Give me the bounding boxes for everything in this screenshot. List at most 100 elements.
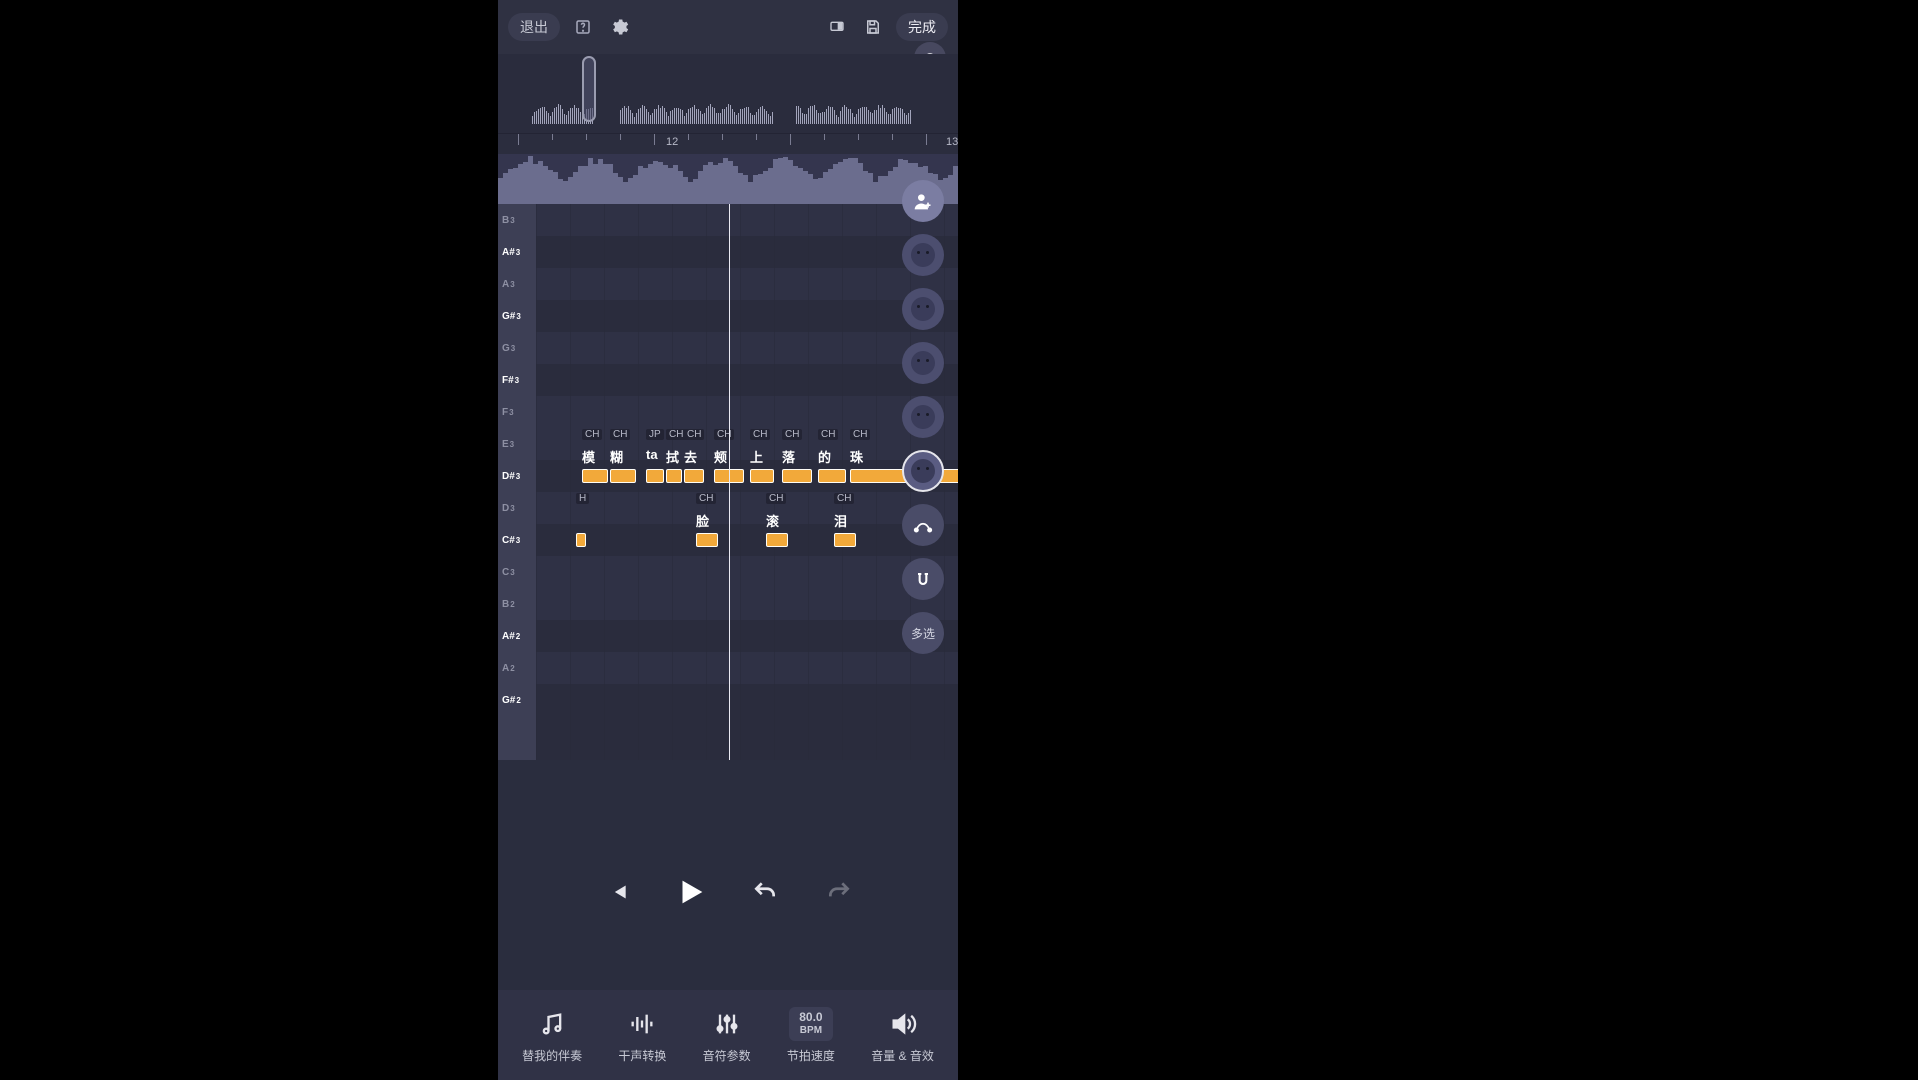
piano-key[interactable]: A3: [498, 268, 536, 300]
piano-key[interactable]: C3: [498, 556, 536, 588]
note-lang-tag: CH: [684, 429, 704, 440]
note-block[interactable]: [818, 469, 846, 483]
multi-select-button[interactable]: 多选: [902, 612, 944, 654]
overview-panel[interactable]: [498, 54, 958, 134]
voice-avatar-3[interactable]: [902, 342, 944, 384]
note-lyric: 颊: [714, 447, 727, 466]
timeline-ruler[interactable]: 12 13: [498, 134, 958, 154]
note-lyric: 滚: [766, 511, 779, 530]
app-frame: 退出 完成 12 13: [498, 0, 958, 1080]
piano-key[interactable]: G3: [498, 332, 536, 364]
piano-key[interactable]: D3: [498, 492, 536, 524]
overview-handle[interactable]: [582, 56, 596, 122]
piano-key[interactable]: A2: [498, 652, 536, 684]
note-block[interactable]: [696, 533, 718, 547]
note-block[interactable]: [646, 469, 664, 483]
note-lane[interactable]: [536, 652, 958, 684]
bpm-unit: BPM: [800, 1025, 822, 1036]
add-singer-button[interactable]: [902, 180, 944, 222]
note-lyric: 上: [750, 447, 763, 466]
note-lang-tag: H: [576, 493, 589, 504]
ruler-mark: 12: [666, 136, 678, 148]
volume-fx-button[interactable]: 音量 & 音效: [871, 1007, 934, 1064]
piano-key[interactable]: G#2: [498, 684, 536, 716]
note-block[interactable]: [766, 533, 788, 547]
top-bar: 退出 完成: [498, 0, 958, 54]
voice-avatar-1[interactable]: [902, 234, 944, 276]
note-lane[interactable]: [536, 524, 958, 556]
note-lang-tag: JP: [646, 429, 664, 440]
tempo-button[interactable]: 80.0 BPM 节拍速度: [787, 1007, 835, 1064]
save-icon[interactable]: [860, 14, 886, 40]
note-lane[interactable]: [536, 300, 958, 332]
play-button[interactable]: [673, 874, 709, 910]
speaker-icon: [886, 1007, 920, 1041]
note-block[interactable]: [582, 469, 608, 483]
note-lane[interactable]: [536, 556, 958, 588]
note-block[interactable]: [750, 469, 774, 483]
voice-avatar-2[interactable]: [902, 288, 944, 330]
volume-fx-label: 音量 & 音效: [871, 1047, 934, 1064]
note-params-button[interactable]: 音符参数: [703, 1007, 751, 1064]
piano-key-column: B3A#3A3G#3G3F#3F3E3D#3D3C#3C3B2A#2A2G#2: [498, 204, 536, 760]
note-lane[interactable]: [536, 364, 958, 396]
note-block[interactable]: [782, 469, 812, 483]
note-lang-tag: CH: [766, 493, 786, 504]
skip-back-button[interactable]: [599, 874, 635, 910]
note-lane[interactable]: [536, 332, 958, 364]
note-lyric: 脸: [696, 511, 709, 530]
piano-key[interactable]: B2: [498, 588, 536, 620]
ruler-mark: 13: [946, 136, 958, 148]
exit-button[interactable]: 退出: [508, 13, 560, 41]
piano-key[interactable]: A#2: [498, 620, 536, 652]
undo-button[interactable]: [747, 874, 783, 910]
note-lane[interactable]: [536, 492, 958, 524]
note-lang-tag: CH: [750, 429, 770, 440]
note-lane[interactable]: [536, 588, 958, 620]
note-lane[interactable]: [536, 620, 958, 652]
music-note-icon: [535, 1007, 569, 1041]
piano-key[interactable]: G#3: [498, 300, 536, 332]
playhead[interactable]: [729, 204, 730, 760]
note-block[interactable]: [576, 533, 586, 547]
settings-icon[interactable]: [606, 14, 632, 40]
note-block[interactable]: [684, 469, 704, 483]
note-lang-tag: CH: [850, 429, 870, 440]
piano-key[interactable]: F3: [498, 396, 536, 428]
piano-key[interactable]: B3: [498, 204, 536, 236]
done-button[interactable]: 完成: [896, 13, 948, 41]
note-lane[interactable]: [536, 236, 958, 268]
curve-tool-button[interactable]: [902, 504, 944, 546]
piano-key[interactable]: C#3: [498, 524, 536, 556]
note-lyric: 的: [818, 447, 831, 466]
snap-tool-button[interactable]: [902, 558, 944, 600]
note-block[interactable]: [834, 533, 856, 547]
note-lyric: 拭: [666, 447, 679, 466]
note-lang-tag: CH: [818, 429, 838, 440]
waveform-icon: [625, 1007, 659, 1041]
piano-key[interactable]: F#3: [498, 364, 536, 396]
piano-key[interactable]: A#3: [498, 236, 536, 268]
piano-roll-editor[interactable]: B3A#3A3G#3G3F#3F3E3D#3D3C#3C3B2A#2A2G#2 …: [498, 204, 958, 760]
note-lang-tag: CH: [582, 429, 602, 440]
note-lane[interactable]: [536, 396, 958, 428]
voice-avatar-5[interactable]: [902, 450, 944, 492]
screen-icon[interactable]: [824, 14, 850, 40]
note-lyric: 泪: [834, 511, 847, 530]
help-icon[interactable]: [570, 14, 596, 40]
note-lyric: 去: [684, 447, 697, 466]
piano-key[interactable]: D#3: [498, 460, 536, 492]
note-lang-tag: CH: [714, 429, 734, 440]
note-block[interactable]: [610, 469, 636, 483]
bottom-toolbar: 替我的伴奏 干声转换 音符参数 80.0 BPM 节拍速度 音量 & 音效: [498, 990, 958, 1080]
note-lane[interactable]: [536, 204, 958, 236]
voice-avatar-4[interactable]: [902, 396, 944, 438]
accompaniment-button[interactable]: 替我的伴奏: [522, 1007, 582, 1064]
dry-voice-button[interactable]: 干声转换: [618, 1007, 666, 1064]
note-block[interactable]: [666, 469, 682, 483]
note-lane[interactable]: [536, 684, 958, 716]
piano-key[interactable]: E3: [498, 428, 536, 460]
note-lang-tag: CH: [610, 429, 630, 440]
redo-button[interactable]: [821, 874, 857, 910]
note-lane[interactable]: [536, 268, 958, 300]
